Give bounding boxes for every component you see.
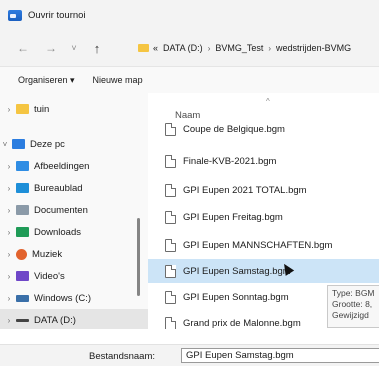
chevron-right-icon[interactable]: ›: [4, 316, 14, 325]
document-icon: [165, 264, 176, 278]
document-icon: [165, 183, 176, 197]
new-folder-button[interactable]: Nieuwe map: [93, 75, 143, 85]
recent-locations-chevron-icon[interactable]: ˅: [66, 43, 82, 53]
forward-arrow-icon[interactable]: →: [40, 41, 62, 55]
sidebar-item-deze-pc[interactable]: ˅ Deze pc: [0, 133, 148, 155]
document-icon: [165, 316, 176, 329]
sidebar-item-windows-c[interactable]: › Windows (C:): [0, 287, 148, 309]
sidebar-item-label: Afbeeldingen: [34, 160, 90, 172]
document-icon: [165, 122, 176, 136]
sidebar-item-videos[interactable]: › Video's: [0, 265, 148, 287]
chevron-right-icon[interactable]: ›: [4, 272, 14, 281]
window-title: Ouvrir tournoi: [28, 9, 86, 21]
sidebar-item-tuin[interactable]: › tuin: [0, 98, 148, 120]
sidebar-item-label: Windows (C:): [34, 292, 92, 304]
sidebar-item-label: Video's: [34, 270, 65, 282]
file-name: GPI Eupen Sonntag.bgm: [183, 291, 289, 303]
file-name: Finale-KVB-2021.bgm: [183, 155, 277, 167]
desktop-icon: [16, 183, 29, 193]
sidebar-item-label: DATA (D:): [34, 314, 76, 326]
folder-icon: [138, 44, 149, 52]
breadcrumb-chevron-icon: ›: [207, 43, 211, 53]
breadcrumb-drive[interactable]: DATA (D:): [163, 43, 203, 53]
filename-label: Bestandsnaam:: [89, 351, 156, 362]
file-row[interactable]: GPI Eupen 2021 TOTAL.bgm: [148, 179, 379, 201]
sidebar-item-downloads[interactable]: › Downloads: [0, 221, 148, 243]
document-icon: [165, 210, 176, 224]
document-icon: [165, 154, 176, 168]
chevron-right-icon[interactable]: ›: [4, 105, 14, 114]
chevron-right-icon[interactable]: ›: [4, 250, 14, 259]
file-name: GPI Eupen MANNSCHAFTEN.bgm: [183, 239, 333, 251]
breadcrumb-overflow-icon[interactable]: «: [153, 43, 158, 53]
music-icon: [16, 248, 27, 260]
chevron-right-icon[interactable]: ›: [4, 206, 14, 215]
file-row[interactable]: Coupe de Belgique.bgm: [148, 118, 379, 140]
downloads-icon: [16, 227, 29, 237]
pictures-icon: [16, 161, 29, 171]
navigation-pane: › tuin ˅ Deze pc › Afbeeldingen › Bureau…: [0, 93, 148, 331]
sidebar-item-label: Documenten: [34, 204, 88, 216]
file-info-tooltip: Type: BGM Grootte: 8, Gewijzigd: [327, 285, 379, 328]
file-row[interactable]: GPI Eupen MANNSCHAFTEN.bgm: [148, 234, 379, 256]
toolbar: Organiseren ▾ Nieuwe map: [0, 67, 379, 93]
chevron-right-icon[interactable]: ›: [4, 162, 14, 171]
title-bar: Ouvrir tournoi: [0, 0, 379, 30]
sort-caret-icon: ^: [266, 97, 270, 106]
file-name: GPI Eupen 2021 TOTAL.bgm: [183, 184, 307, 196]
sidebar-item-label: Downloads: [34, 226, 81, 238]
chevron-right-icon[interactable]: ›: [4, 294, 14, 303]
file-name: Grand prix de Malonne.bgm: [183, 317, 301, 329]
navigation-row: ← → ˅ ↑ « DATA (D:) › BVMG_Test › wedstr…: [0, 30, 379, 66]
filename-bar: Bestandsnaam:: [0, 344, 379, 366]
sidebar-item-label: Bureaublad: [34, 182, 83, 194]
sidebar-item-label: Deze pc: [30, 138, 65, 150]
file-name: GPI Eupen Samstag.bgm: [183, 265, 291, 277]
breadcrumb-subfolder[interactable]: wedstrijden-BVMG: [276, 43, 351, 53]
tooltip-line-type: Type: BGM: [332, 288, 375, 298]
videos-icon: [16, 271, 29, 281]
sidebar-item-label: Muziek: [32, 248, 63, 260]
sidebar-scrollbar[interactable]: [137, 218, 140, 296]
sidebar-item-data-d[interactable]: › DATA (D:): [0, 309, 148, 331]
sidebar-item-documenten[interactable]: › Documenten: [0, 199, 148, 221]
sidebar-item-bureaublad[interactable]: › Bureaublad: [0, 177, 148, 199]
chevron-down-icon[interactable]: ˅: [0, 140, 10, 149]
chevron-right-icon[interactable]: ›: [4, 228, 14, 237]
computer-icon: [12, 139, 25, 149]
breadcrumb-folder[interactable]: BVMG_Test: [215, 43, 263, 53]
filename-input[interactable]: [181, 348, 379, 363]
list-bottom-area: [0, 329, 379, 344]
file-name: Coupe de Belgique.bgm: [183, 123, 285, 135]
file-row-selected[interactable]: GPI Eupen Samstag.bgm: [148, 259, 379, 283]
document-icon: [165, 290, 176, 304]
up-arrow-icon[interactable]: ↑: [86, 41, 108, 56]
file-row[interactable]: Finale-KVB-2021.bgm: [148, 150, 379, 172]
sidebar-item-afbeeldingen[interactable]: › Afbeeldingen: [0, 155, 148, 177]
organize-button[interactable]: Organiseren ▾: [18, 75, 75, 86]
document-icon: [165, 238, 176, 252]
breadcrumb-chevron-icon: ›: [268, 43, 272, 53]
drive-d-icon: [16, 318, 29, 322]
sidebar-item-label: tuin: [34, 103, 50, 115]
documents-icon: [16, 205, 29, 215]
sidebar-item-muziek[interactable]: › Muziek: [0, 243, 148, 265]
app-icon: [8, 9, 22, 21]
file-name: GPI Eupen Freitag.bgm: [183, 211, 283, 223]
chevron-right-icon[interactable]: ›: [4, 184, 14, 193]
back-arrow-icon[interactable]: ←: [12, 41, 34, 55]
tooltip-line-size: Grootte: 8,: [332, 299, 373, 309]
tooltip-line-modified: Gewijzigd: [332, 310, 369, 320]
folder-icon: [16, 104, 29, 114]
drive-c-icon: [16, 294, 29, 302]
file-row[interactable]: GPI Eupen Freitag.bgm: [148, 206, 379, 228]
address-bar[interactable]: « DATA (D:) › BVMG_Test › wedstrijden-BV…: [138, 38, 379, 58]
